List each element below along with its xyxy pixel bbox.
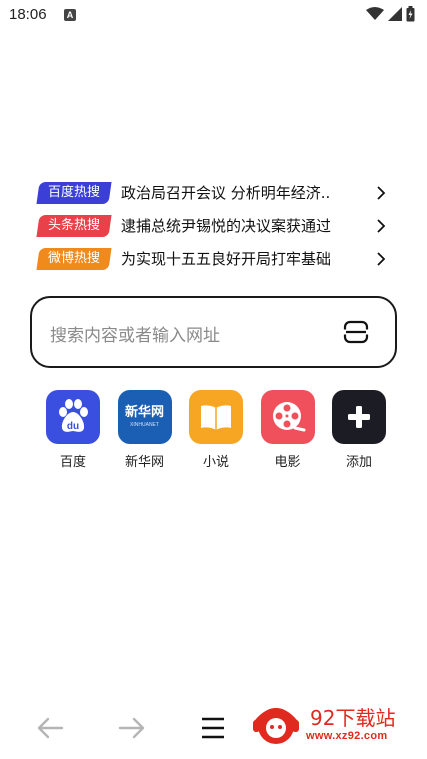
search-placeholder: 搜索内容或者输入网址 xyxy=(50,326,220,346)
shortcut-label: 百度 xyxy=(59,455,86,470)
xinhua-logo-sub: XINHUANET xyxy=(130,422,159,428)
shortcut-movie[interactable]: 电影 xyxy=(253,390,323,470)
hot-search-item[interactable]: 头条热搜 逮捕总统尹锡悦的决议案获通过 xyxy=(36,209,388,242)
hot-search-text: 逮捕总统尹锡悦的决议案获通过 xyxy=(121,217,332,235)
xinhua-icon: 新华网 XINHUANET xyxy=(117,390,172,444)
hot-search-tag: 百度热搜 xyxy=(36,181,112,204)
status-bar: 18:06 A xyxy=(0,0,427,30)
baidu-icon: du xyxy=(46,390,100,444)
svg-text:du: du xyxy=(67,421,79,432)
hot-search-list: 百度热搜 政治局召开会议 分析明年经济.. 头条热搜 逮捕总统尹锡悦的决议案获通… xyxy=(36,176,388,275)
signal-icon xyxy=(388,7,402,21)
hot-search-text: 为实现十五五良好开局打牢基础 xyxy=(121,250,332,268)
hot-search-item[interactable]: 微博热搜 为实现十五五良好开局打牢基础 xyxy=(36,242,388,275)
search-input[interactable]: 搜索内容或者输入网址 xyxy=(30,296,397,368)
chevron-right-icon xyxy=(374,251,388,266)
shortcut-novel[interactable]: 小说 xyxy=(181,390,251,470)
battery-icon xyxy=(406,6,415,22)
shortcut-xinhua[interactable]: 新华网 XINHUANET 新华网 xyxy=(110,390,180,470)
shortcut-label: 新华网 xyxy=(124,455,164,470)
shortcut-label: 小说 xyxy=(202,455,229,470)
shortcut-grid: du 百度 新华网 XINHUANET 新华网 小说 电影 添加 xyxy=(38,390,394,470)
forward-arrow-icon[interactable] xyxy=(118,715,146,741)
wifi-icon xyxy=(366,7,384,20)
watermark-logo-icon xyxy=(253,708,299,744)
back-arrow-icon[interactable] xyxy=(36,715,64,741)
chevron-right-icon xyxy=(374,218,388,233)
hot-search-text: 政治局召开会议 分析明年经济.. xyxy=(121,184,331,202)
status-icons xyxy=(366,6,415,22)
book-icon xyxy=(189,390,243,444)
film-reel-icon xyxy=(260,390,315,444)
notification-icon: A xyxy=(64,9,76,21)
shortcut-label: 电影 xyxy=(274,455,301,470)
add-icon xyxy=(332,390,386,444)
hot-search-item[interactable]: 百度热搜 政治局召开会议 分析明年经济.. xyxy=(36,176,388,209)
hot-search-tag: 头条热搜 xyxy=(36,214,112,237)
status-time: 18:06 xyxy=(9,6,47,23)
watermark: 92下载站 www.xz92.com xyxy=(236,690,427,756)
xinhua-logo-text: 新华网 xyxy=(124,405,164,420)
watermark-title: 92下载站 xyxy=(310,706,396,730)
chevron-right-icon xyxy=(374,185,388,200)
menu-icon[interactable] xyxy=(200,715,226,741)
hot-search-tag: 微博热搜 xyxy=(36,247,112,270)
shortcut-baidu[interactable]: du 百度 xyxy=(38,390,108,470)
shortcut-label: 添加 xyxy=(345,455,372,470)
scan-icon[interactable] xyxy=(343,320,369,344)
shortcut-add[interactable]: 添加 xyxy=(324,390,394,470)
watermark-url: www.xz92.com xyxy=(306,730,388,742)
